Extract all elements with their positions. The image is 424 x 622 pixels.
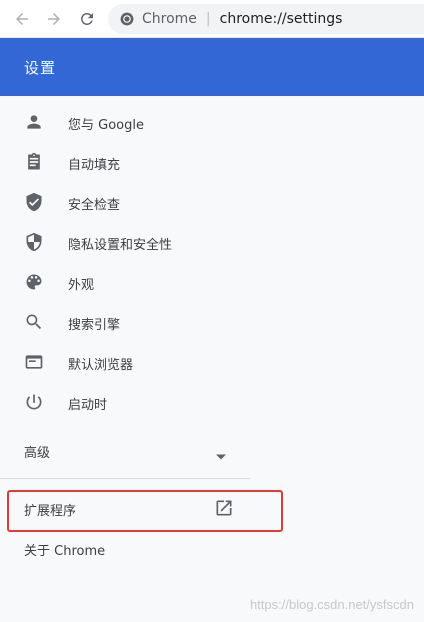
caret-down-icon [216,445,226,464]
settings-header: 设置 [0,38,424,96]
sidebar-item-you-and-google[interactable]: 您与 Google [0,102,256,142]
reload-icon [81,13,93,25]
sidebar-item-label: 搜索引擎 [68,318,121,333]
sidebar-item-label: 您与 Google [68,118,144,133]
forward-button[interactable] [42,7,66,31]
sidebar-item-privacy-security[interactable]: 隐私设置和安全性 [0,222,256,262]
sidebar-item-appearance[interactable]: 外观 [0,262,256,302]
sidebar-item-about-chrome[interactable]: 关于 Chrome [0,528,256,568]
sidebar-item-label: 自动填充 [68,158,121,173]
sidebar-item-default-browser[interactable]: 默认浏览器 [0,342,256,382]
sidebar-item-label: 默认浏览器 [68,358,134,373]
extensions-label: 扩展程序 [24,504,77,519]
sidebar-item-autofill[interactable]: 自动填充 [0,142,256,182]
about-label: 关于 Chrome [24,544,106,559]
sidebar-item-extensions[interactable]: 扩展程序 [0,488,256,528]
browser-window-icon [24,352,44,372]
open-in-new-icon [214,498,234,518]
chrome-logo-icon [120,12,134,26]
back-arrow-icon [16,13,28,25]
settings-sidebar: 您与 Google 自动填充 安全检查 隐私设置和安全性 外观 搜索引擎 默认浏… [0,102,256,422]
sidebar-item-label: 安全检查 [68,198,121,213]
watermark-text: https://blog.csdn.net/ysfscdn [249,597,414,612]
advanced-label: 高级 [24,446,51,461]
sidebar-item-label: 外观 [68,278,95,293]
reload-button[interactable] [75,7,99,31]
sidebar-item-search-engine[interactable]: 搜索引擎 [0,302,256,342]
palette-icon [24,272,44,292]
search-icon [24,312,44,332]
shield-check-icon [24,192,44,212]
shield-half-icon [24,232,44,252]
sidebar-divider [0,478,250,479]
forward-arrow-icon [48,13,60,25]
sidebar-item-advanced[interactable]: 高级 [0,430,256,470]
address-separator: | [205,11,211,27]
back-button[interactable] [10,7,34,31]
sidebar-item-safety-check[interactable]: 安全检查 [0,182,256,222]
address-bar[interactable]: Chrome | chrome://settings [108,4,424,34]
browser-toolbar: Chrome | chrome://settings [0,0,424,38]
person-icon [24,112,44,132]
power-icon [24,392,44,412]
sidebar-item-label: 隐私设置和安全性 [68,238,173,253]
clipboard-icon [24,152,44,172]
site-name: Chrome [142,11,197,27]
page-title: 设置 [24,59,57,77]
url-text: chrome://settings [219,11,343,27]
sidebar-item-on-startup[interactable]: 启动时 [0,382,256,422]
sidebar-item-label: 启动时 [68,398,108,413]
